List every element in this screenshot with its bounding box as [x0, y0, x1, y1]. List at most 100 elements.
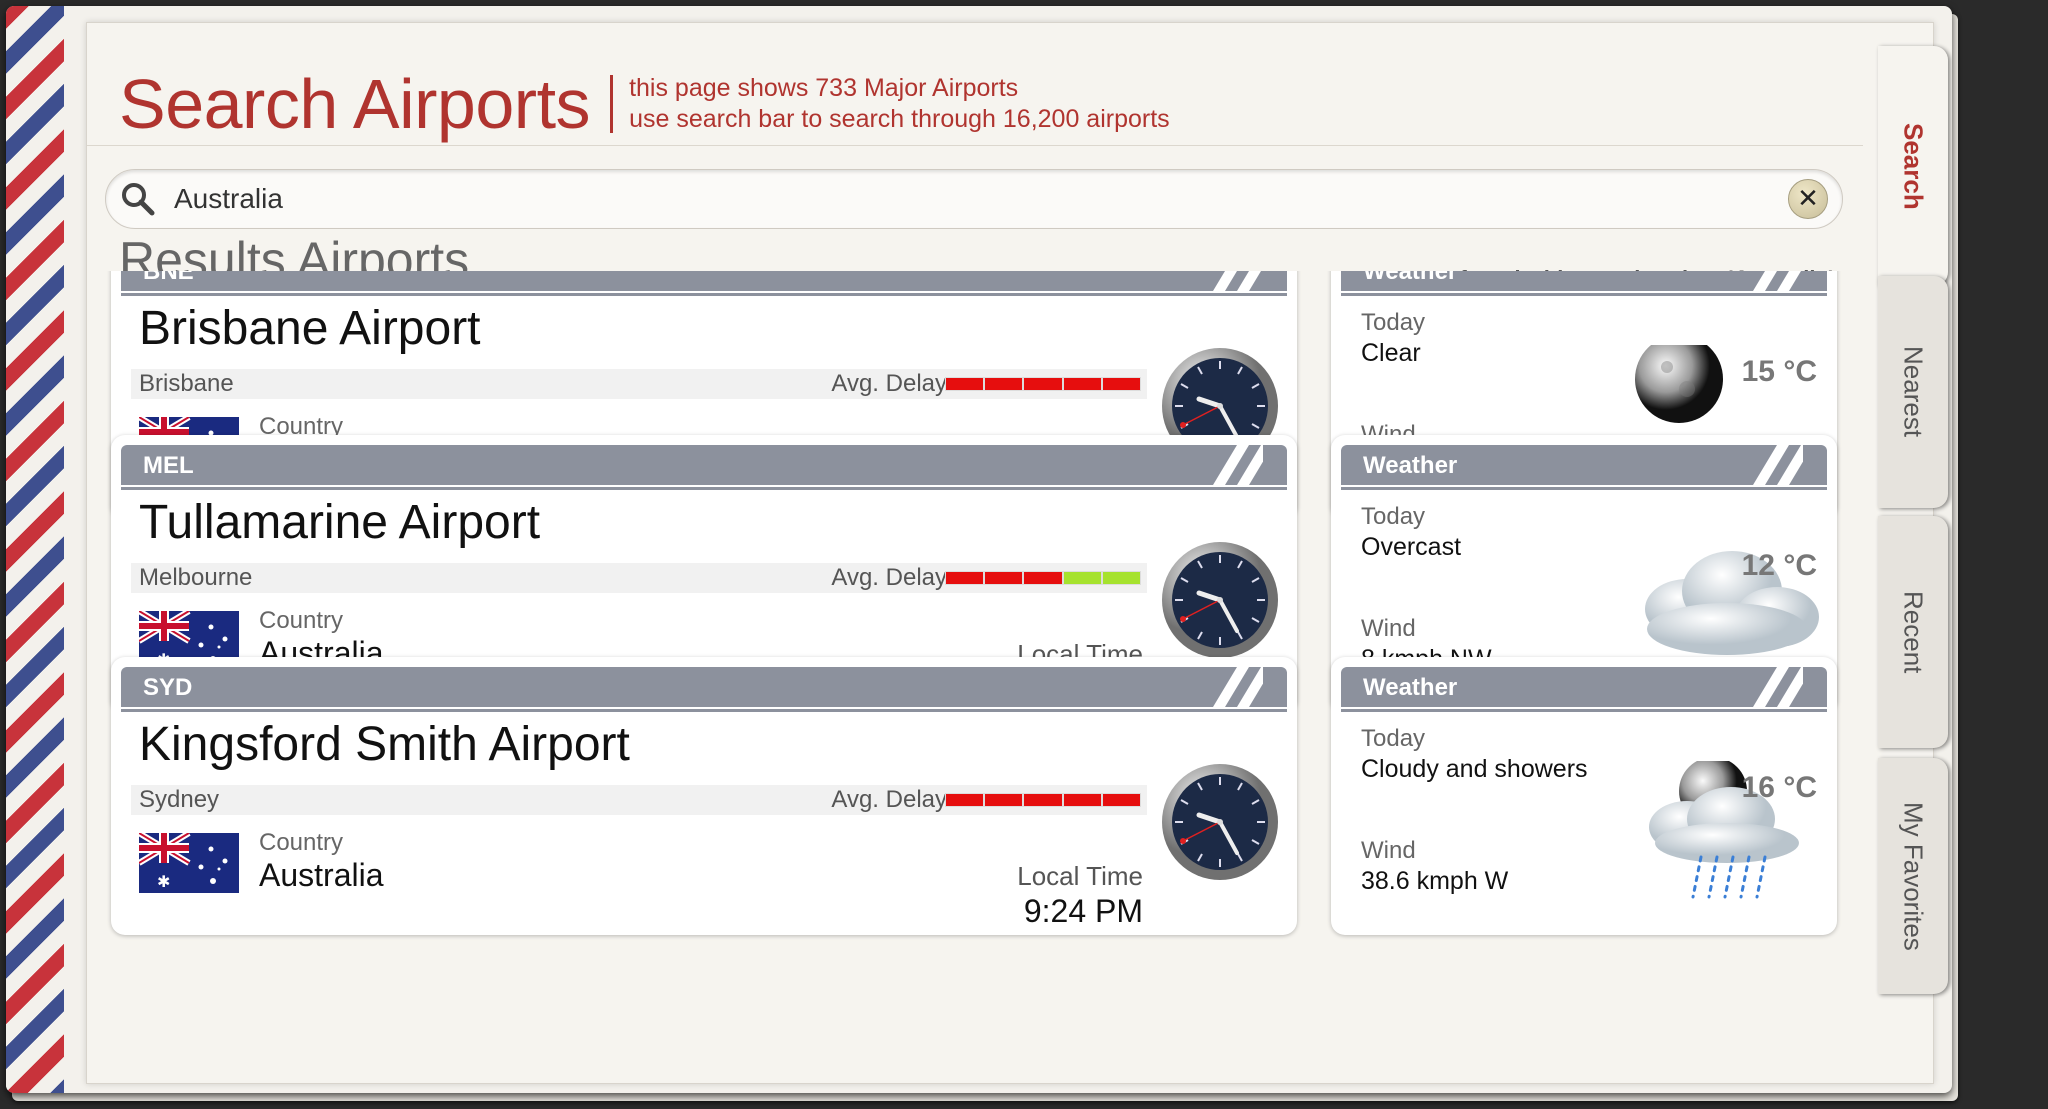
avg-delay-label: Avg. Delay — [831, 564, 947, 591]
results-list[interactable]: BNE Brisbane Airport Brisbane Avg. Delay… — [87, 271, 1847, 1083]
australia-flag-icon: ✱ — [139, 833, 239, 893]
wind-label: Wind — [1361, 837, 1416, 864]
delay-segment-bad — [985, 572, 1023, 584]
today-label: Today — [1361, 725, 1426, 752]
clock-icon — [1162, 764, 1278, 880]
temperature: 16 °C — [1741, 771, 1817, 804]
airport-code-band: BNE — [121, 271, 1287, 291]
delay-segment-bad — [985, 794, 1023, 806]
band-stripes-decoration — [1753, 271, 1801, 291]
band-stripes-decoration — [1753, 667, 1803, 707]
page-subtitle: this page shows 733 Major Airports use s… — [629, 73, 1170, 135]
delay-segment-bad — [946, 794, 984, 806]
weather-heading: Weather — [1363, 271, 1458, 285]
avg-delay-label: Avg. Delay — [831, 370, 947, 397]
band-underline — [121, 709, 1287, 712]
tab-nearest[interactable]: Nearest — [1878, 276, 1948, 508]
country-label: Country — [259, 607, 344, 634]
delay-segment-bad — [985, 378, 1023, 390]
airport-code: BNE — [143, 271, 194, 285]
close-icon[interactable]: ✕ — [1788, 179, 1828, 219]
band-underline — [1341, 487, 1827, 490]
band-underline — [1341, 709, 1827, 712]
page-title: Search Airports — [119, 65, 591, 143]
avg-delay-bar — [945, 793, 1141, 807]
airport-name: Brisbane Airport — [139, 302, 481, 355]
delay-segment-bad — [1102, 378, 1141, 390]
band-stripes-decoration — [1213, 445, 1263, 485]
search-icon — [122, 183, 155, 216]
delay-segment-bad — [946, 378, 984, 390]
notebook-page: Search Airports this page shows 733 Majo… — [6, 6, 1952, 1093]
avg-delay-bar — [945, 571, 1141, 585]
tab-recent[interactable]: Recent — [1878, 516, 1948, 748]
band-stripes-decoration — [1213, 667, 1263, 707]
delay-segment-bad — [1063, 794, 1101, 806]
delay-segment-good — [1063, 572, 1101, 584]
weather-heading: Weather — [1363, 452, 1458, 479]
city-row: Melbourne Avg. Delay — [131, 563, 1147, 593]
tab-my-favorites[interactable]: My Favorites — [1878, 758, 1948, 994]
delay-segment-good — [1102, 572, 1141, 584]
svg-text:✱: ✱ — [157, 872, 170, 891]
tab-label: Nearest — [1898, 346, 1929, 438]
airport-card[interactable]: SYD Kingsford Smith Airport Sydney Avg. … — [111, 657, 1297, 935]
weather-condition: Overcast — [1361, 533, 1462, 561]
weather-card[interactable]: Weather Today Cloudy and showers Wind 38… — [1331, 657, 1837, 935]
delay-segment-bad — [1063, 378, 1101, 390]
wind-value: 38.6 kmph W — [1361, 867, 1509, 895]
airport-code-band: MEL — [121, 445, 1287, 485]
band-underline — [121, 487, 1287, 490]
header-separator — [610, 75, 614, 133]
airport-code: SYD — [143, 674, 193, 701]
airport-code-band: SYD — [121, 667, 1287, 707]
weather-band: Weather — [1341, 667, 1827, 707]
airport-name: Kingsford Smith Airport — [139, 718, 630, 771]
local-time-label: Local Time — [1017, 861, 1143, 891]
wind-label: Wind — [1361, 615, 1416, 642]
today-label: Today — [1361, 309, 1426, 336]
subtitle-line-2: use search bar to search through 16,200 … — [629, 105, 1170, 133]
airport-city: Sydney — [139, 786, 220, 813]
city-row: Sydney Avg. Delay — [131, 785, 1147, 815]
weather-condition: Clear — [1361, 339, 1421, 367]
tab-label: My Favorites — [1898, 801, 1929, 951]
avg-delay-label: Avg. Delay — [831, 786, 947, 813]
delay-segment-bad — [1024, 378, 1062, 390]
country-value: Australia — [259, 857, 384, 893]
today-label: Today — [1361, 503, 1426, 530]
tab-label: Recent — [1898, 590, 1929, 674]
temperature: 12 °C — [1741, 549, 1817, 582]
search-bar[interactable]: ✕ — [105, 169, 1843, 229]
band-stripes-decoration — [1213, 271, 1261, 291]
clock-icon — [1162, 542, 1278, 658]
band-underline — [1341, 293, 1827, 296]
airport-city: Melbourne — [139, 564, 253, 591]
weather-band: Weather — [1341, 445, 1827, 485]
tab-label: Search — [1898, 122, 1929, 210]
airport-name: Tullamarine Airport — [139, 496, 541, 549]
airmail-border — [6, 6, 64, 1093]
page-header: Search Airports this page shows 733 Majo… — [119, 59, 1170, 149]
delay-segment-bad — [1024, 794, 1062, 806]
header-divider — [87, 145, 1863, 146]
weather-band: Weather — [1341, 271, 1827, 291]
subtitle-line-1: this page shows 733 Major Airports — [629, 74, 1019, 102]
delay-segment-bad — [1024, 572, 1062, 584]
airport-city: Brisbane — [139, 370, 234, 397]
weather-heading: Weather — [1363, 674, 1458, 701]
avg-delay-bar — [945, 377, 1141, 391]
search-input[interactable] — [172, 178, 1736, 220]
weather-condition: Cloudy and showers — [1361, 755, 1588, 783]
local-time-value: 9:24 PM — [1023, 893, 1143, 929]
tab-search[interactable]: Search — [1878, 46, 1948, 286]
delay-segment-bad — [946, 572, 984, 584]
city-row: Brisbane Avg. Delay — [131, 369, 1147, 399]
country-label: Country — [259, 829, 344, 856]
band-stripes-decoration — [1753, 445, 1803, 485]
delay-segment-bad — [1102, 794, 1141, 806]
airport-code: MEL — [143, 452, 194, 479]
band-underline — [121, 293, 1287, 296]
content-panel: Search Airports this page shows 733 Majo… — [86, 22, 1934, 1084]
temperature: 15 °C — [1741, 355, 1817, 388]
